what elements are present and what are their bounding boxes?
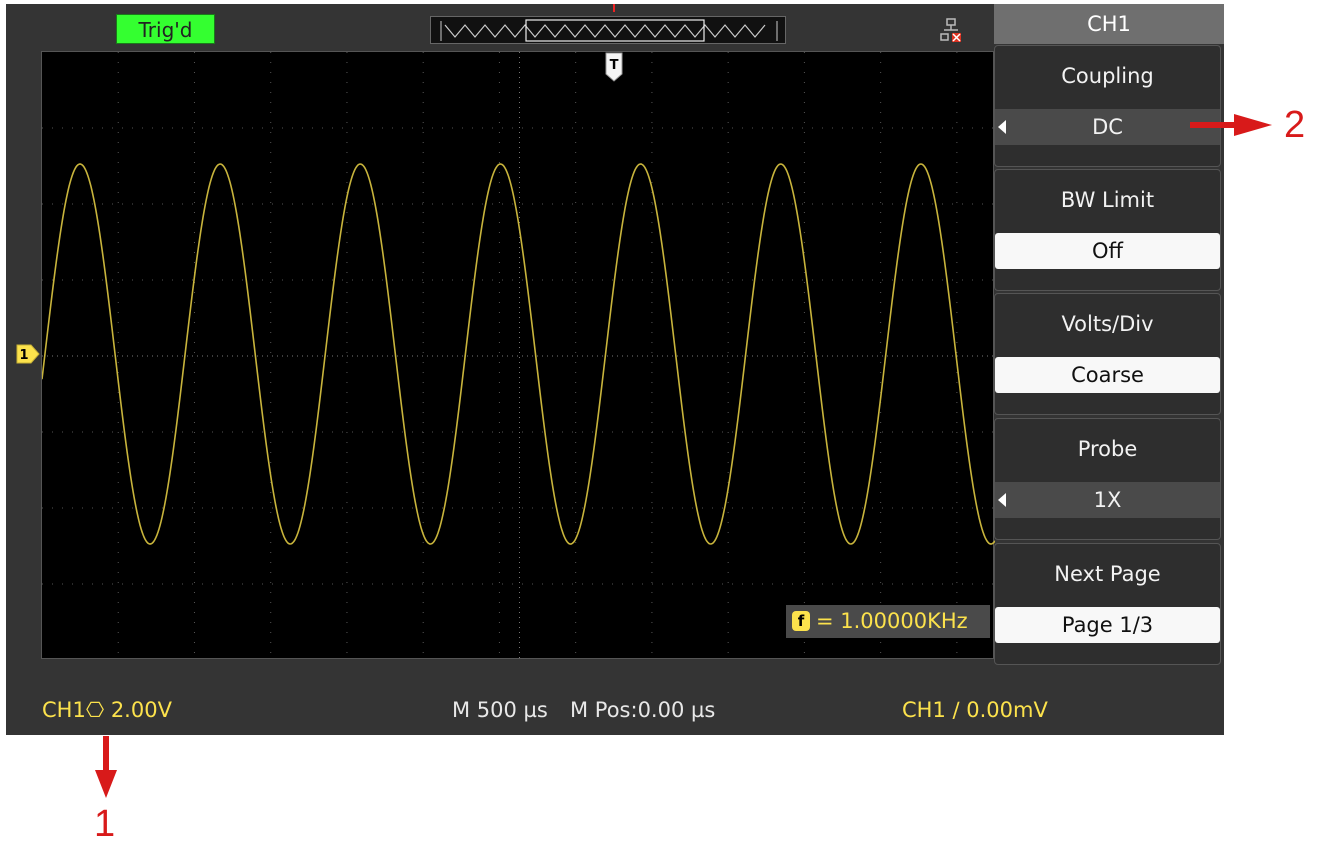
trigger-marker-label: T — [610, 58, 619, 73]
annotation-label-2: 2 — [1284, 104, 1306, 146]
menu-item-label: Next Page — [1054, 562, 1161, 586]
waveform-grid — [42, 52, 995, 660]
menu-item-value-text: Off — [1092, 239, 1123, 263]
menu-arrow-icon — [998, 120, 1006, 134]
annotation-arrow-2 — [1190, 114, 1272, 136]
menu-item-bw-limit[interactable]: BW Limit Off — [994, 169, 1221, 291]
menu-item-value-text: Coarse — [1071, 363, 1144, 387]
menu-item-label: BW Limit — [1060, 188, 1155, 212]
trigger-position-marker[interactable]: T — [605, 52, 623, 82]
annotation-label-1: 1 — [94, 803, 116, 845]
menu-item-coupling[interactable]: Coupling DC — [994, 45, 1221, 167]
menu-item-value[interactable]: Page 1/3 — [995, 607, 1220, 643]
horizontal-position: M Pos:0.00 µs — [570, 698, 716, 722]
menu-item-value-text: 1X — [1093, 488, 1122, 512]
menu-header: CH1 — [994, 4, 1224, 44]
menu-item-next-page[interactable]: Next Page Page 1/3 — [994, 543, 1221, 665]
menu-item-label: Volts/Div — [1061, 312, 1154, 336]
trigger-status-badge: Trig'd — [116, 14, 215, 44]
frequency-icon: f — [792, 610, 810, 631]
menu-item-value-text: DC — [1092, 115, 1123, 139]
network-disconnected-icon — [940, 18, 961, 42]
waveform-display — [41, 51, 995, 660]
menu-arrow-icon — [998, 493, 1006, 507]
menu-item-label: Coupling — [1061, 64, 1154, 88]
memory-depth-bar — [430, 16, 786, 44]
trigger-info: CH1 ∕ 0.00mV — [902, 698, 1048, 722]
timebase: M 500 µs — [452, 698, 548, 722]
menu-item-value[interactable]: DC — [995, 109, 1220, 145]
annotation-arrow-1 — [95, 736, 117, 798]
menu-item-value-text: Page 1/3 — [1061, 613, 1154, 637]
menu-item-value[interactable]: Off — [995, 233, 1220, 269]
ch1-waveform-trace — [42, 163, 995, 545]
menu-item-value[interactable]: 1X — [995, 482, 1220, 518]
menu-item-label: Probe — [1077, 437, 1138, 461]
channel-scale: CH1⎔ 2.00V — [42, 698, 172, 722]
channel-level-marker[interactable]: 1 — [16, 343, 40, 365]
frequency-readout: f = 1.00000KHz — [786, 605, 990, 638]
menu-item-volts-div[interactable]: Volts/Div Coarse — [994, 293, 1221, 415]
frequency-value: = 1.00000KHz — [816, 609, 968, 633]
channel-marker-label: 1 — [19, 348, 28, 363]
menu-item-value[interactable]: Coarse — [995, 357, 1220, 393]
memory-waveform-preview — [440, 19, 778, 42]
memory-trigger-mark — [613, 4, 615, 12]
menu-item-probe[interactable]: Probe 1X — [994, 418, 1221, 540]
